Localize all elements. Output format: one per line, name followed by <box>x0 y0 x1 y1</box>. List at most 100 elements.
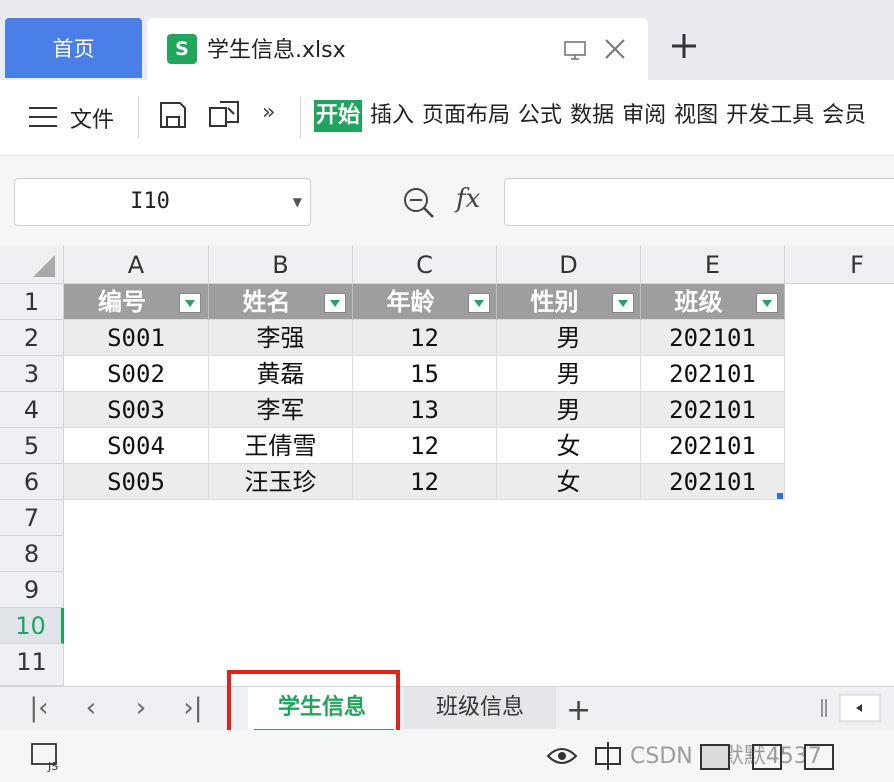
eye-protection-icon[interactable] <box>546 744 578 768</box>
table-header-cell[interactable]: 编号 <box>64 284 209 320</box>
filter-dropdown-icon[interactable] <box>756 293 778 313</box>
filter-dropdown-icon[interactable] <box>612 293 634 313</box>
table-cell[interactable]: 13 <box>353 392 497 428</box>
export-icon[interactable] <box>208 100 242 132</box>
dropdown-caret-icon[interactable]: ▼ <box>293 195 302 209</box>
first-sheet-icon[interactable]: |‹ <box>24 693 54 723</box>
table-cell[interactable]: 男 <box>497 320 641 356</box>
spreadsheet-grid: A B C D E F 1 2 3 4 5 6 7 8 9 10 11 编号 姓… <box>0 246 894 686</box>
filter-dropdown-icon[interactable] <box>324 293 346 313</box>
table-cell[interactable]: 202101 <box>641 356 785 392</box>
table-header-cell[interactable]: 姓名 <box>209 284 353 320</box>
next-sheet-icon[interactable]: › <box>126 693 156 723</box>
ribbon-tab-data[interactable]: 数据 <box>566 100 618 132</box>
ribbon-tab-page-layout[interactable]: 页面布局 <box>418 100 514 132</box>
table-cell[interactable]: 李强 <box>209 320 353 356</box>
row-header-2[interactable]: 2 <box>0 320 64 356</box>
row-header-3[interactable]: 3 <box>0 356 64 392</box>
table-cell[interactable]: S002 <box>64 356 209 392</box>
more-chevrons-icon[interactable]: » <box>262 100 275 125</box>
table-cell[interactable]: 202101 <box>641 428 785 464</box>
ribbon-tab-start[interactable]: 开始 <box>314 100 363 132</box>
ribbon-toolbar: 文件 » 开始 插入 页面布局 公式 数据 审阅 视图 开发工具 会员 <box>0 80 894 156</box>
page-break-view-icon[interactable] <box>804 744 834 770</box>
status-bar: JS CSDN @默默4537 <box>0 730 894 782</box>
document-tab-title: 学生信息.xlsx <box>207 38 346 63</box>
zoom-out-icon[interactable] <box>402 186 436 220</box>
row-header-5[interactable]: 5 <box>0 428 64 464</box>
save-icon[interactable] <box>158 100 188 130</box>
table-header-cell[interactable]: 班级 <box>641 284 785 320</box>
table-cell[interactable]: 李军 <box>209 392 353 428</box>
filter-dropdown-icon[interactable] <box>179 293 201 313</box>
ribbon-tab-insert[interactable]: 插入 <box>366 100 418 132</box>
table-cell[interactable]: 黄磊 <box>209 356 353 392</box>
prev-sheet-icon[interactable]: ‹ <box>76 693 106 723</box>
table-cell[interactable]: S004 <box>64 428 209 464</box>
table-cell[interactable]: 男 <box>497 392 641 428</box>
table-cell[interactable]: 男 <box>497 356 641 392</box>
column-header-e[interactable]: E <box>641 246 785 284</box>
new-tab-plus-icon[interactable] <box>668 30 700 62</box>
row-header-9[interactable]: 9 <box>0 572 64 608</box>
column-header-a[interactable]: A <box>64 246 209 284</box>
row-header-10[interactable]: 10 <box>0 608 64 644</box>
normal-view-icon[interactable] <box>700 744 730 770</box>
table-cell[interactable]: S003 <box>64 392 209 428</box>
ribbon-tab-member[interactable]: 会员 <box>818 100 870 132</box>
ribbon-tab-view[interactable]: 视图 <box>670 100 722 132</box>
row-header-8[interactable]: 8 <box>0 536 64 572</box>
monitor-icon[interactable] <box>563 38 587 62</box>
sheet-tab-bar: |‹ ‹ › ›| 学生信息 班级信息 + <box>0 686 894 731</box>
column-header-c[interactable]: C <box>353 246 497 284</box>
horizontal-scrollbar[interactable] <box>810 693 894 723</box>
row-header-11[interactable]: 11 <box>0 644 64 686</box>
ribbon-tab-review[interactable]: 审阅 <box>618 100 670 132</box>
table-cell[interactable]: S005 <box>64 464 209 500</box>
table-cell[interactable]: 女 <box>497 428 641 464</box>
table-cell[interactable]: 202101 <box>641 392 785 428</box>
ribbon-tab-formulas[interactable]: 公式 <box>514 100 566 132</box>
name-box[interactable]: I10 ▼ <box>14 178 311 226</box>
table-cell[interactable]: 202101 <box>641 320 785 356</box>
table-cell[interactable]: 12 <box>353 428 497 464</box>
sheet-tab-classes[interactable]: 班级信息 <box>404 687 556 729</box>
close-icon[interactable] <box>603 37 627 61</box>
add-sheet-button[interactable]: + <box>566 693 591 728</box>
table-cell[interactable]: 15 <box>353 356 497 392</box>
title-tab-bar: 首页 S 学生信息.xlsx <box>0 0 894 80</box>
row-header-7[interactable]: 7 <box>0 500 64 536</box>
table-header-cell[interactable]: 性别 <box>497 284 641 320</box>
fill-handle[interactable] <box>777 493 783 499</box>
table-cell[interactable]: 202101 <box>641 464 785 500</box>
macro-status-icon[interactable]: JS <box>30 742 64 772</box>
function-fx-icon[interactable]: fx <box>456 184 480 214</box>
home-tab[interactable]: 首页 <box>5 18 142 78</box>
last-sheet-icon[interactable]: ›| <box>178 693 208 723</box>
reading-mode-icon[interactable] <box>592 740 624 772</box>
table-cell[interactable]: 汪玉珍 <box>209 464 353 500</box>
document-tab[interactable]: S 学生信息.xlsx <box>147 18 648 80</box>
select-all-corner[interactable] <box>0 246 64 284</box>
spreadsheet-file-icon: S <box>167 34 197 64</box>
table-cell[interactable]: S001 <box>64 320 209 356</box>
column-header-b[interactable]: B <box>209 246 353 284</box>
table-cell[interactable]: 王倩雪 <box>209 428 353 464</box>
column-header-d[interactable]: D <box>497 246 641 284</box>
row-header-6[interactable]: 6 <box>0 464 64 500</box>
row-header-4[interactable]: 4 <box>0 392 64 428</box>
table-cell[interactable]: 12 <box>353 320 497 356</box>
table-cell[interactable]: 女 <box>497 464 641 500</box>
table-header-cell[interactable]: 年龄 <box>353 284 497 320</box>
column-header-f[interactable]: F <box>785 246 894 284</box>
page-layout-view-icon[interactable] <box>752 744 782 770</box>
file-menu[interactable]: 文件 <box>70 102 114 134</box>
divider <box>138 96 139 138</box>
filter-dropdown-icon[interactable] <box>468 293 490 313</box>
formula-input[interactable] <box>504 178 894 226</box>
hamburger-menu-icon[interactable] <box>28 106 58 128</box>
ribbon-tab-developer[interactable]: 开发工具 <box>722 100 818 132</box>
header-label: 编号 <box>98 288 146 316</box>
table-cell[interactable]: 12 <box>353 464 497 500</box>
row-header-1[interactable]: 1 <box>0 284 64 320</box>
